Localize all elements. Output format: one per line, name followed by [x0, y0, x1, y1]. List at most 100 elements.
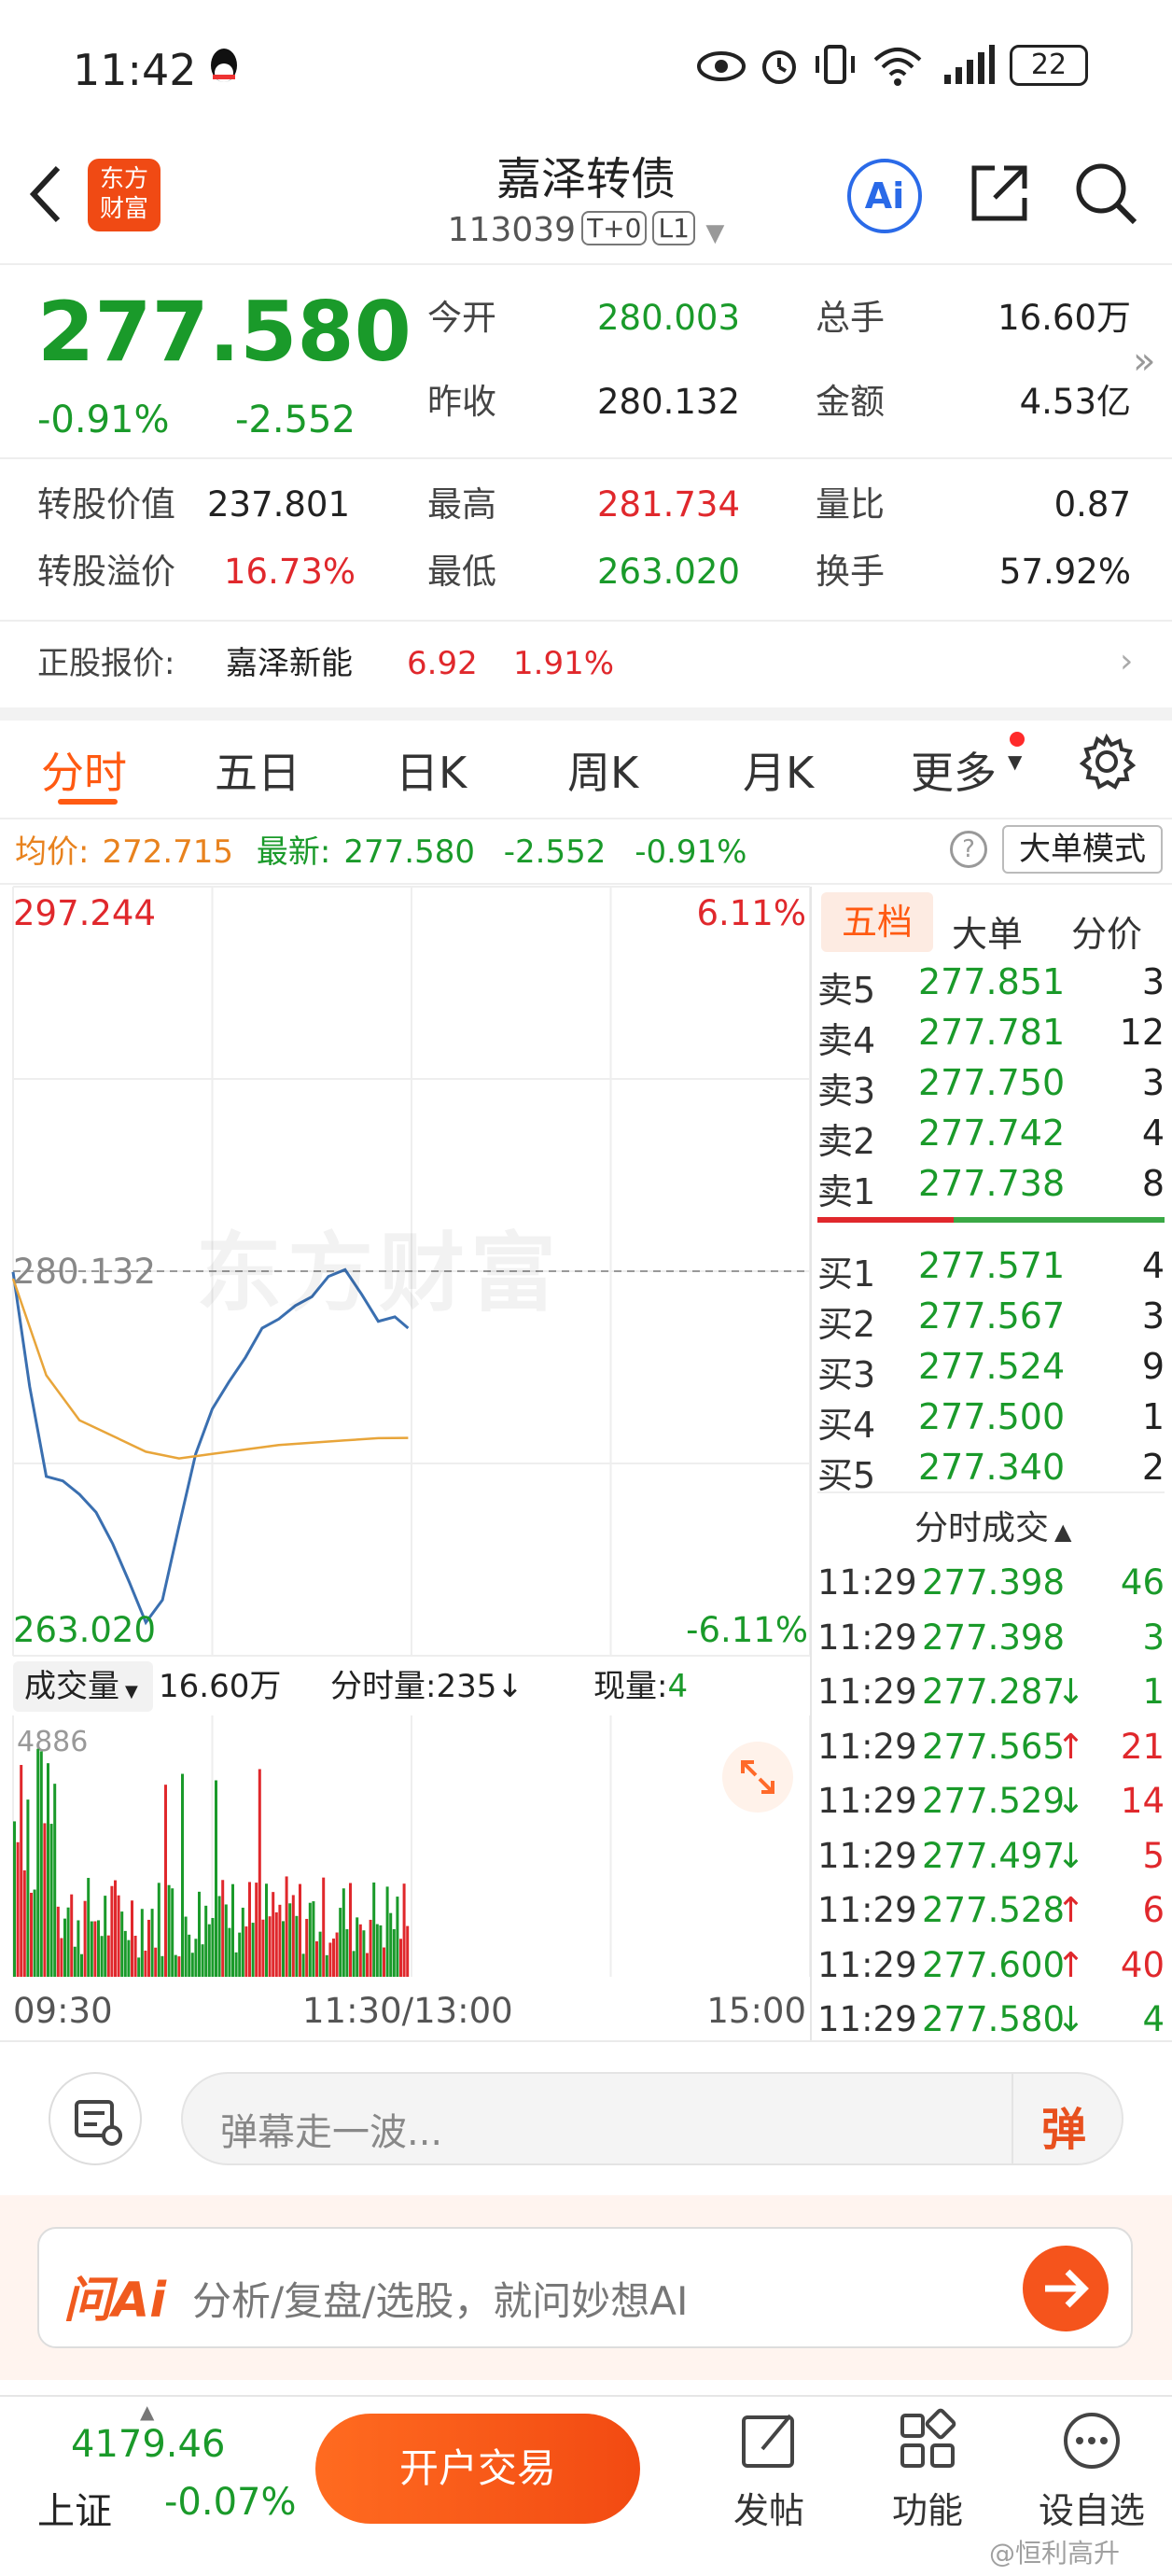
volume-bar — [274, 1911, 278, 1977]
trade-row: 11:29 277.580 ↓ 4 — [817, 1992, 1165, 2046]
ask-label: 卖1 — [817, 1171, 876, 1212]
underlying-stock-row[interactable]: 正股报价: 嘉泽新能 6.92 1.91% › — [0, 622, 1172, 707]
active-tab-indicator — [58, 799, 118, 805]
volume-bar — [315, 1940, 318, 1977]
trade-time: 11:29 — [817, 1999, 917, 2039]
volume-bar — [318, 1931, 322, 1977]
ask-volume: 3 — [1141, 961, 1165, 1002]
conversion-value: 237.801 — [207, 484, 351, 525]
tab-weekly-k[interactable]: 周K — [567, 739, 638, 801]
trade-direction-icon: ↑ — [1056, 1890, 1086, 1930]
tab-monthly-k[interactable]: 月K — [743, 739, 814, 801]
settings-gear-icon[interactable] — [1079, 733, 1137, 790]
volume-bar — [255, 1883, 258, 1977]
volume-bar — [215, 1780, 217, 1977]
ai-button[interactable]: Ai — [847, 159, 922, 233]
ai-ask-box[interactable]: 问Ai 分析/复盘/选股，就问妙想AI — [37, 2227, 1133, 2348]
prev-close-label: 昨收 — [427, 382, 496, 422]
volume-bar — [312, 1901, 315, 1977]
post-button[interactable]: 发帖 — [713, 2408, 825, 2533]
volume-bar — [265, 1883, 268, 1977]
functions-button[interactable]: 功能 — [872, 2408, 984, 2533]
tab-intraday[interactable]: 分时 — [41, 739, 127, 801]
volume-bar — [238, 1932, 242, 1977]
tab-five-levels[interactable]: 五档 — [821, 892, 933, 952]
expand-chevron-icon[interactable]: » — [1133, 340, 1155, 383]
volume-bar — [295, 1915, 299, 1977]
tab-big-orders[interactable]: 大单 — [952, 905, 1023, 957]
open-account-trade-button[interactable]: 开户交易 — [315, 2414, 640, 2524]
expand-index-icon[interactable]: ▲ — [140, 2401, 154, 2423]
volume-bar — [248, 1882, 251, 1977]
trade-time: 11:29 — [817, 1890, 917, 1930]
volume-bar — [16, 1841, 20, 1977]
tab-five-day[interactable]: 五日 — [215, 739, 300, 801]
volume-ratio-label: 量比 — [816, 484, 885, 525]
bid-price: 277.524 — [918, 1346, 1066, 1387]
trade-volume: 1 — [1142, 1672, 1165, 1712]
volume-bar — [335, 1932, 339, 1977]
trade-price: 277.565 — [922, 1726, 1066, 1767]
danmu-toggle-button[interactable]: 弹 — [1041, 2093, 1086, 2158]
big-order-mode-button[interactable]: 大单模式 — [1002, 825, 1163, 874]
trade-row: 11:29 277.398 46 — [817, 1555, 1165, 1609]
trade-volume: 14 — [1120, 1781, 1165, 1821]
help-icon[interactable]: ? — [950, 831, 987, 868]
watermark: 东方财富 — [196, 1224, 563, 1323]
volume-bar — [402, 1883, 406, 1977]
volume-bar — [190, 1953, 194, 1977]
volume-bar — [268, 1916, 272, 1977]
period-volume: 分时量:235↓ — [330, 1671, 523, 1702]
search-icon[interactable] — [1073, 161, 1138, 226]
trade-time: 11:29 — [817, 1781, 917, 1821]
ask-row-1: 卖1 277.738 8 — [817, 1155, 1165, 1212]
volume-bar — [174, 1954, 177, 1977]
volume-bar — [49, 1824, 53, 1977]
prev-close-value: 280.132 — [597, 382, 741, 422]
ai-submit-arrow-icon[interactable] — [1023, 2246, 1109, 2331]
volume-bar — [356, 1917, 359, 1977]
tab-more[interactable]: 更多 — [911, 739, 997, 801]
open-label: 今开 — [427, 298, 496, 338]
eye-icon — [696, 45, 746, 88]
trade-direction-icon: ↓ — [1056, 1999, 1086, 2039]
trade-price: 277.398 — [922, 1562, 1066, 1603]
volume-label: 总手 — [816, 298, 885, 338]
volume-bar — [66, 1907, 70, 1977]
volume-bar — [133, 1935, 137, 1977]
turnover-value: 57.92% — [998, 552, 1131, 592]
trades-title[interactable]: 分时成交 ▲ — [914, 1501, 1071, 1549]
volume-bar — [154, 1947, 158, 1977]
status-time: 11:42 — [73, 45, 197, 95]
bid-volume: 1 — [1141, 1396, 1165, 1437]
volume-total: 16.60万 — [159, 1668, 282, 1705]
volume-bar — [164, 1785, 167, 1977]
ask-row-4: 卖4 277.781 12 — [817, 1004, 1165, 1061]
volume-bar — [305, 1918, 309, 1977]
volume-bar — [322, 1877, 326, 1977]
high-label: 最高 — [427, 484, 496, 525]
trade-price: 277.600 — [922, 1944, 1066, 1985]
trade-volume: 4 — [1142, 1999, 1165, 2039]
trade-time: 11:29 — [817, 1726, 917, 1767]
tab-daily-k[interactable]: 日K — [396, 739, 467, 801]
volume-bar — [332, 1939, 335, 1977]
volume-bar — [224, 1904, 228, 1977]
ask-price: 277.781 — [918, 1012, 1066, 1053]
bid-row-1: 买1 277.571 4 — [817, 1238, 1165, 1295]
volume-bar — [389, 1912, 393, 1977]
avg-value: 272.715 — [102, 833, 234, 871]
danmu-settings-icon[interactable] — [49, 2072, 142, 2165]
more-dropdown-icon: ▼ — [1008, 750, 1023, 773]
high-value: 281.734 — [597, 484, 741, 525]
tab-price-dist[interactable]: 分价 — [1071, 905, 1142, 957]
conversion-value-label: 转股价值 — [37, 484, 175, 525]
add-watchlist-button[interactable]: 设自选 — [1026, 2408, 1157, 2533]
avg-label: 均价: — [15, 833, 90, 871]
wifi-icon — [872, 41, 924, 88]
volume-indicator-select[interactable]: 成交量 ▼ — [13, 1661, 153, 1712]
share-icon[interactable] — [967, 161, 1032, 226]
latest-value: 277.580 — [343, 833, 475, 871]
index-value[interactable]: 4179.46 — [71, 2423, 225, 2466]
danmu-input[interactable]: 弹幕走一波... 弹 — [181, 2072, 1123, 2165]
